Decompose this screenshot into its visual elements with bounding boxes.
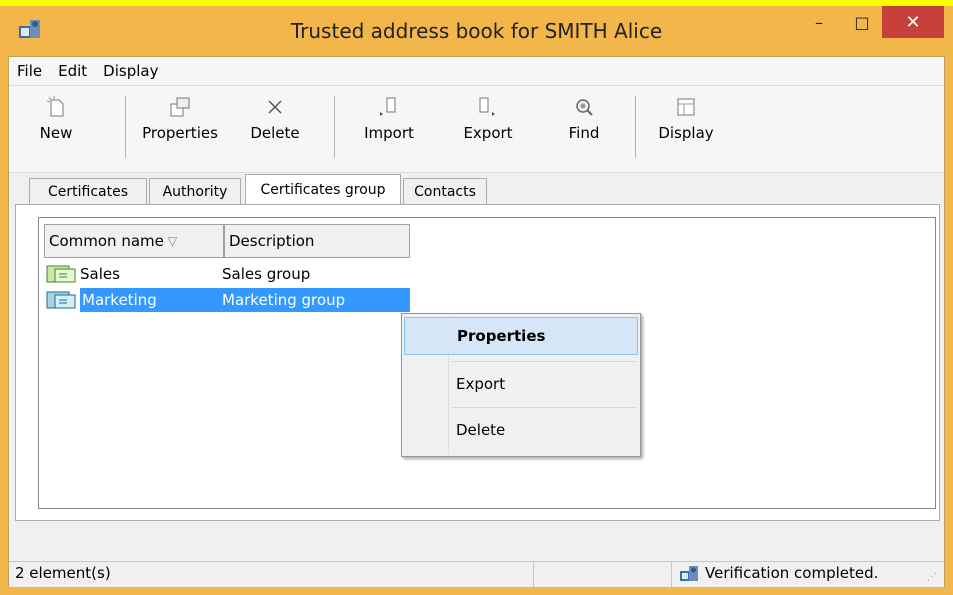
resize-grip-icon[interactable]: ⋰ — [927, 572, 937, 583]
find-icon — [573, 96, 595, 118]
context-menu-delete[interactable]: Delete — [404, 411, 638, 449]
tab-certificates-group[interactable]: Certificates group — [245, 174, 401, 204]
column-header-label: Description — [229, 232, 315, 250]
status-divider — [671, 562, 672, 587]
status-divider — [533, 562, 534, 587]
toolbar-separator — [334, 96, 335, 158]
client-area: File Edit Display New Properties Delete … — [8, 56, 945, 587]
column-header-common-name[interactable]: Common name ▽ — [44, 224, 224, 258]
menu-display[interactable]: Display — [95, 62, 166, 80]
column-header-description[interactable]: Description — [224, 224, 410, 258]
new-icon — [45, 96, 67, 118]
display-icon — [675, 96, 697, 118]
new-button[interactable]: New — [29, 92, 83, 162]
export-icon — [477, 96, 499, 118]
menu-edit[interactable]: Edit — [50, 62, 95, 80]
context-menu-export[interactable]: Export — [404, 365, 638, 403]
sort-indicator-icon: ▽ — [167, 234, 178, 248]
toolbar-separator — [635, 96, 636, 158]
find-button[interactable]: Find — [559, 92, 609, 162]
context-menu: Properties Export Delete — [401, 313, 641, 457]
row-description: Sales group — [222, 265, 311, 283]
menu-file[interactable]: File — [9, 62, 50, 80]
tab-contacts[interactable]: Contacts — [403, 178, 487, 204]
properties-label: Properties — [142, 124, 218, 142]
title-bar[interactable]: Trusted address book for SMITH Alice – □… — [0, 6, 953, 56]
row-name: Sales — [80, 265, 120, 283]
group-icon — [44, 290, 80, 310]
export-button[interactable]: Export — [453, 92, 523, 162]
import-button[interactable]: Import — [354, 92, 424, 162]
properties-icon — [169, 96, 191, 118]
menu-bar: File Edit Display — [9, 57, 944, 86]
column-header-label: Common name — [49, 232, 164, 250]
app-window: Trusted address book for SMITH Alice – □… — [0, 6, 953, 595]
status-count: 2 element(s) — [15, 564, 111, 582]
new-label: New — [39, 124, 73, 142]
list-item[interactable]: Sales Sales group — [44, 262, 410, 286]
toolbar-separator — [125, 96, 126, 158]
minimize-button[interactable]: – — [796, 6, 842, 38]
import-label: Import — [364, 124, 414, 142]
display-label: Display — [658, 124, 714, 142]
display-button[interactable]: Display — [651, 92, 721, 162]
delete-label: Delete — [250, 124, 300, 142]
export-label: Export — [463, 124, 513, 142]
status-message: Verification completed. — [705, 564, 879, 582]
delete-icon — [264, 96, 286, 118]
row-description: Marketing group — [222, 291, 346, 309]
selected-row-highlight: Marketing Marketing group — [80, 288, 410, 312]
properties-button[interactable]: Properties — [133, 92, 227, 162]
import-icon — [378, 96, 400, 118]
delete-button[interactable]: Delete — [245, 92, 305, 162]
close-button[interactable]: ✕ — [882, 6, 944, 38]
list-item[interactable]: Marketing Marketing group — [44, 288, 410, 312]
find-label: Find — [568, 124, 600, 142]
tab-certificates[interactable]: Certificates — [29, 178, 147, 204]
verification-icon — [679, 565, 701, 587]
tab-authority[interactable]: Authority — [149, 178, 241, 204]
context-menu-separator — [452, 361, 636, 362]
status-bar: 2 element(s) Verification completed. ⋰ — [9, 561, 944, 587]
maximize-button[interactable]: □ — [842, 6, 882, 38]
context-menu-properties[interactable]: Properties — [404, 317, 638, 355]
context-menu-separator — [452, 407, 636, 408]
toolbar: New Properties Delete Import Export Find… — [9, 86, 944, 173]
group-icon — [44, 264, 80, 284]
row-name: Marketing — [82, 291, 157, 309]
